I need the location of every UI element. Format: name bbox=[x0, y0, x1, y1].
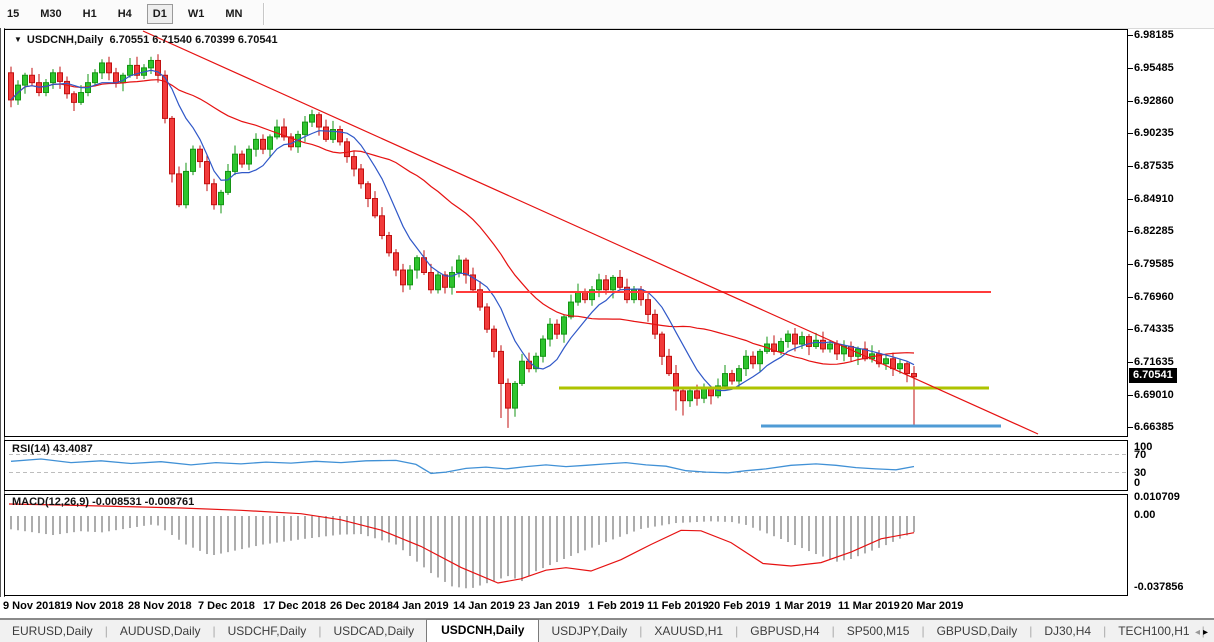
ma-slow-line bbox=[11, 80, 914, 365]
tab-scroll-left-icon[interactable]: ◂ bbox=[1195, 627, 1203, 638]
date-axis: 9 Nov 201819 Nov 2018 28 Nov 2018 7 Dec 20… bbox=[0, 597, 1214, 617]
timeframe-button-mn[interactable]: MN bbox=[219, 4, 248, 24]
price-axis-label: 6.84910 bbox=[1134, 193, 1174, 205]
date-axis-label: 14 Jan 2019 bbox=[453, 600, 515, 612]
chart-tab-usdcnh[interactable]: USDCNH,Daily bbox=[426, 619, 539, 642]
price-axis-tick bbox=[1128, 199, 1133, 200]
price-axis-label: 6.98185 bbox=[1134, 29, 1174, 41]
current-price-tag: 6.70541 bbox=[1129, 368, 1177, 383]
rsi-label: RSI(14) 43.4087 bbox=[12, 443, 93, 455]
price-axis-label: 6.66385 bbox=[1134, 421, 1174, 433]
rsi-line bbox=[11, 459, 914, 473]
date-axis-label: 1 Mar 2019 bbox=[775, 600, 831, 612]
macd-canvas bbox=[5, 495, 1127, 597]
price-axis-label: 6.71635 bbox=[1134, 356, 1174, 368]
chart-tab-usdcad[interactable]: USDCAD,Daily bbox=[321, 621, 426, 642]
chart-tab-bar: EURUSD,Daily|AUDUSD,Daily|USDCHF,Daily|U… bbox=[0, 618, 1214, 642]
price-axis-tick bbox=[1128, 427, 1133, 428]
timeframe-button-w1[interactable]: W1 bbox=[182, 4, 211, 24]
rsi-axis-label: 70 bbox=[1134, 449, 1146, 461]
date-axis-label: 19 Nov 2018 bbox=[60, 600, 124, 612]
timeframe-button-h4[interactable]: H4 bbox=[112, 4, 138, 24]
macd-axis-label: 0.010709 bbox=[1134, 491, 1180, 503]
price-axis-label: 6.92860 bbox=[1134, 95, 1174, 107]
chart-tab-gbpusd[interactable]: GBPUSD,Daily bbox=[925, 621, 1030, 642]
date-axis-label: 20 Mar 2019 bbox=[901, 600, 963, 612]
chart-tab-audusd[interactable]: AUDUSD,Daily bbox=[108, 621, 213, 642]
chart-tab-eurusd[interactable]: EURUSD,Daily bbox=[0, 621, 105, 642]
downtrend-line-object bbox=[143, 31, 1038, 434]
price-axis-tick bbox=[1128, 166, 1133, 167]
macd-axis-label: 0.00 bbox=[1134, 509, 1155, 521]
date-axis-label: 23 Jan 2019 bbox=[518, 600, 580, 612]
price-axis-tick bbox=[1128, 231, 1133, 232]
price-axis-label: 6.90235 bbox=[1134, 127, 1174, 139]
date-axis-label: 28 Nov 2018 bbox=[128, 600, 192, 612]
date-axis-label: 11 Mar 2019 bbox=[838, 600, 900, 612]
chart-tab-usdchf[interactable]: USDCHF,Daily bbox=[216, 621, 319, 642]
price-axis-label: 6.76960 bbox=[1134, 291, 1174, 303]
price-axis-label: 6.95485 bbox=[1134, 62, 1174, 74]
date-axis-label: 26 Dec 2018 bbox=[330, 600, 393, 612]
date-axis-label: 20 Feb 2019 bbox=[708, 600, 770, 612]
price-axis-label: 6.87535 bbox=[1134, 160, 1174, 172]
chart-dropdown-icon[interactable]: ▼ bbox=[14, 35, 22, 44]
chart-tab-gbpusd[interactable]: GBPUSD,H4 bbox=[738, 621, 831, 642]
date-axis-label: 17 Dec 2018 bbox=[263, 600, 326, 612]
timeframe-toolbar: 15 M30 H1 H4 D1 W1 MN bbox=[0, 0, 1214, 29]
tab-scroll-arrows: ◂▸ bbox=[1195, 627, 1211, 638]
candles bbox=[9, 54, 917, 428]
price-axis-tick bbox=[1128, 133, 1133, 134]
price-chart-canvas bbox=[5, 30, 1127, 436]
date-axis-label: 1 Feb 2019 bbox=[588, 600, 644, 612]
macd-histogram bbox=[11, 516, 914, 588]
price-axis-label: 6.74335 bbox=[1134, 323, 1174, 335]
chart-tab-dj30[interactable]: DJ30,H4 bbox=[1032, 621, 1103, 642]
timeframe-button-d1[interactable]: D1 bbox=[147, 4, 173, 24]
date-axis-label: 9 Nov 2018 bbox=[3, 600, 60, 612]
date-axis-label: 7 Dec 2018 bbox=[198, 600, 255, 612]
price-axis-tick bbox=[1128, 35, 1133, 36]
price-axis-tick bbox=[1128, 264, 1133, 265]
timeframe-button-m30[interactable]: M30 bbox=[34, 4, 67, 24]
rsi-indicator-panel[interactable] bbox=[4, 440, 1128, 491]
chart-tab-sp500[interactable]: SP500,M15 bbox=[835, 621, 922, 642]
chart-ohlc-values: 6.70551 6.71540 6.70399 6.70541 bbox=[109, 34, 277, 46]
price-axis-tick bbox=[1128, 101, 1133, 102]
price-axis-tick bbox=[1128, 68, 1133, 69]
mt4-window: 15 M30 H1 H4 D1 W1 MN ▼ USDCNH,Daily 6.70551 6.… bbox=[0, 0, 1214, 642]
chart-tab-usdjpy[interactable]: USDJPY,Daily bbox=[539, 621, 639, 642]
chart-symbol-label: USDCNH,Daily bbox=[27, 34, 103, 46]
price-axis-label: 6.69010 bbox=[1134, 389, 1174, 401]
rsi-axis-label: 0 bbox=[1134, 477, 1140, 489]
price-chart-panel[interactable] bbox=[4, 29, 1128, 437]
price-axis-tick bbox=[1128, 362, 1133, 363]
toolbar-separator bbox=[263, 3, 265, 25]
price-axis-label: 6.82285 bbox=[1134, 225, 1174, 237]
chart-tab-xauusd[interactable]: XAUUSD,H1 bbox=[642, 621, 735, 642]
macd-label: MACD(12,26,9) -0.008531 -0.008761 bbox=[12, 496, 194, 508]
chart-title: ▼ USDCNH,Daily 6.70551 6.71540 6.70399 6.… bbox=[14, 34, 278, 46]
macd-axis-label: -0.037856 bbox=[1134, 581, 1184, 593]
chart-tab-tech100[interactable]: TECH100,H1 bbox=[1106, 621, 1201, 642]
timeframe-button-15[interactable]: 15 bbox=[1, 4, 25, 24]
date-axis-label: 4 Jan 2019 bbox=[393, 600, 449, 612]
tab-scroll-right-icon[interactable]: ▸ bbox=[1203, 627, 1211, 638]
macd-signal-line bbox=[9, 504, 914, 583]
price-axis-label: 6.79585 bbox=[1134, 258, 1174, 270]
rsi-canvas bbox=[5, 441, 1127, 492]
timeframe-button-h1[interactable]: H1 bbox=[77, 4, 103, 24]
date-axis-label: 11 Feb 2019 bbox=[647, 600, 709, 612]
price-axis-tick bbox=[1128, 395, 1133, 396]
price-axis-tick bbox=[1128, 297, 1133, 298]
macd-indicator-panel[interactable] bbox=[4, 494, 1128, 596]
price-axis-tick bbox=[1128, 329, 1133, 330]
